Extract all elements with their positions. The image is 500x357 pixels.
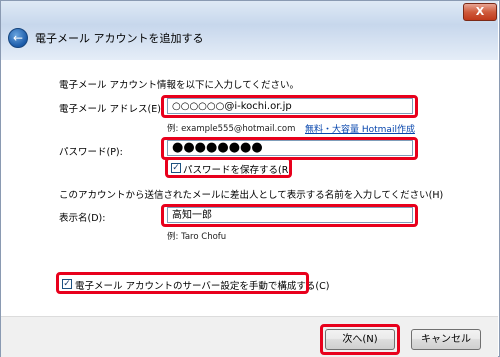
dialog-title: 電子メール アカウントを追加する	[35, 32, 204, 45]
display-name-intro: このアカウントから送信されたメールに差出人として表示する名前を入力してください(…	[59, 190, 444, 201]
cancel-button[interactable]: キャンセル	[411, 329, 481, 350]
display-name-example: 例: Taro Chofu	[167, 232, 227, 242]
manual-config-highlight	[56, 272, 309, 294]
next-highlight	[320, 324, 400, 355]
password-label: パスワード(P):	[59, 147, 123, 158]
intro-text: 電子メール アカウント情報を以下に入力してください。	[59, 80, 299, 91]
hotmail-link[interactable]: 無料・大容量 Hotmail作成	[305, 122, 415, 135]
close-button[interactable]: X	[463, 3, 497, 21]
back-arrow-icon[interactable]: ←	[8, 28, 28, 48]
save-password-highlight	[165, 157, 292, 178]
display-name-label: 表示名(D):	[59, 213, 106, 224]
email-example: 例: example555@hotmail.com	[167, 124, 296, 134]
form-area: 電子メール アカウント情報を以下に入力してください。 電子メール アドレス(E)…	[1, 60, 498, 316]
footer-bar: 次へ(N) キャンセル	[1, 316, 498, 357]
display-name-highlight	[161, 204, 418, 227]
email-label: 電子メール アドレス(E):	[59, 104, 165, 115]
title-bar: X ← 電子メール アカウントを追加する	[1, 1, 498, 61]
email-highlight	[161, 95, 418, 118]
